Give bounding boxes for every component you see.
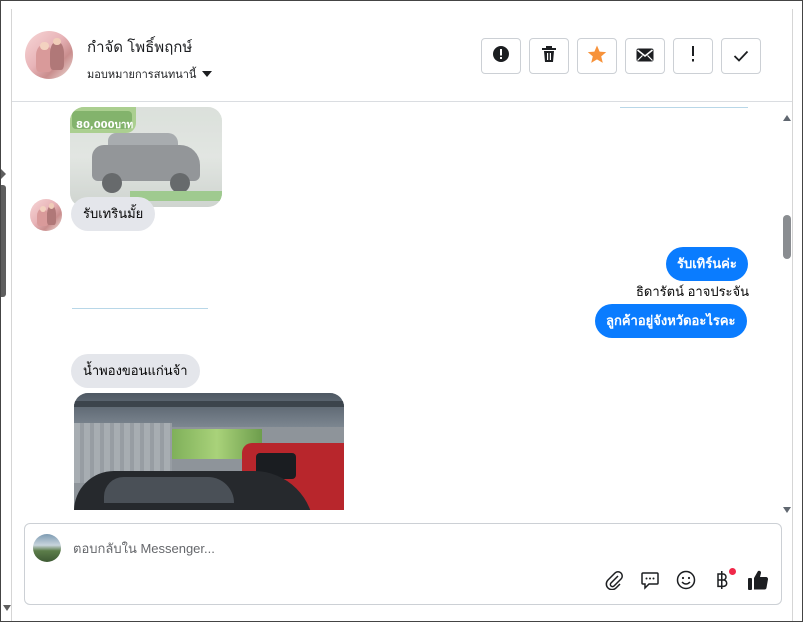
star-button[interactable] — [577, 38, 617, 74]
scrollbar-thumb[interactable] — [783, 215, 791, 259]
follow-up-button[interactable] — [673, 38, 713, 74]
notification-dot — [729, 568, 736, 575]
like-button[interactable] — [746, 570, 770, 594]
message-bubble-outgoing[interactable]: ลูกค้าอยู่จังหวัดอะไรคะ — [595, 304, 747, 338]
scroll-down-arrow[interactable] — [783, 507, 791, 513]
star-icon — [587, 45, 607, 68]
chevron-down-icon — [202, 71, 213, 77]
like-icon — [747, 569, 769, 595]
conversation-header: กำจัด โพธิ์พฤกษ์ มอบหมายการสนทนานี้ — [12, 9, 792, 102]
assign-conversation-dropdown[interactable]: มอบหมายการสนทนานี้ — [87, 65, 213, 83]
attach-button[interactable] — [602, 570, 626, 594]
assign-label: มอบหมายการสนทนานี้ — [87, 69, 197, 81]
message-bubble-outgoing[interactable]: รับเทิร์นค่ะ — [666, 247, 748, 281]
scroll-up-arrow[interactable] — [783, 115, 791, 121]
message-bubble-incoming[interactable]: น้ำพองขอนแก่นจ้า — [71, 354, 200, 388]
mark-unread-button[interactable] — [625, 38, 665, 74]
exclamation-icon — [691, 46, 695, 66]
reply-input[interactable] — [73, 538, 593, 558]
outer-scrollbar[interactable] — [1, 185, 6, 297]
envelope-icon — [636, 47, 654, 66]
trash-icon — [541, 45, 557, 67]
payment-baht-icon — [715, 570, 729, 594]
message-thread[interactable]: 80,000บาท รับเทรินมั้ย รับเทิร์นค่ะ ธิดา… — [12, 103, 792, 510]
saved-reply-icon — [640, 570, 660, 594]
emoji-icon — [676, 570, 696, 594]
delete-button[interactable] — [529, 38, 569, 74]
divider-line — [72, 308, 208, 309]
saved-reply-button[interactable] — [638, 570, 662, 594]
spam-alert-icon — [492, 45, 510, 67]
sender-avatar[interactable] — [30, 199, 62, 231]
divider-line — [620, 107, 748, 108]
contact-name[interactable]: กำจัด โพธิ์พฤกษ์ — [87, 35, 192, 59]
reply-composer — [24, 523, 782, 605]
mark-done-button[interactable] — [721, 38, 761, 74]
bottom-scroll-caret[interactable] — [3, 605, 11, 611]
message-bubble-incoming[interactable]: รับเทรินมั้ย — [71, 197, 156, 231]
contact-avatar[interactable] — [25, 31, 73, 79]
left-scroll-caret[interactable] — [1, 169, 6, 179]
app-window: กำจัด โพธิ์พฤกษ์ มอบหมายการสนทนานี้ 80,0… — [0, 0, 803, 622]
message-image-car[interactable]: 80,000บาท — [70, 107, 222, 207]
message-image-car-parking[interactable] — [74, 393, 344, 510]
checkmark-icon — [733, 47, 749, 66]
emoji-button[interactable] — [674, 570, 698, 594]
attach-icon — [604, 570, 624, 594]
sender-name: ธิดารัตน์ อาจประจัน — [636, 284, 750, 299]
page-avatar — [33, 534, 61, 562]
mark-spam-button[interactable] — [481, 38, 521, 74]
conversation-panel: กำจัด โพธิ์พฤกษ์ มอบหมายการสนทนานี้ 80,0… — [11, 9, 793, 621]
